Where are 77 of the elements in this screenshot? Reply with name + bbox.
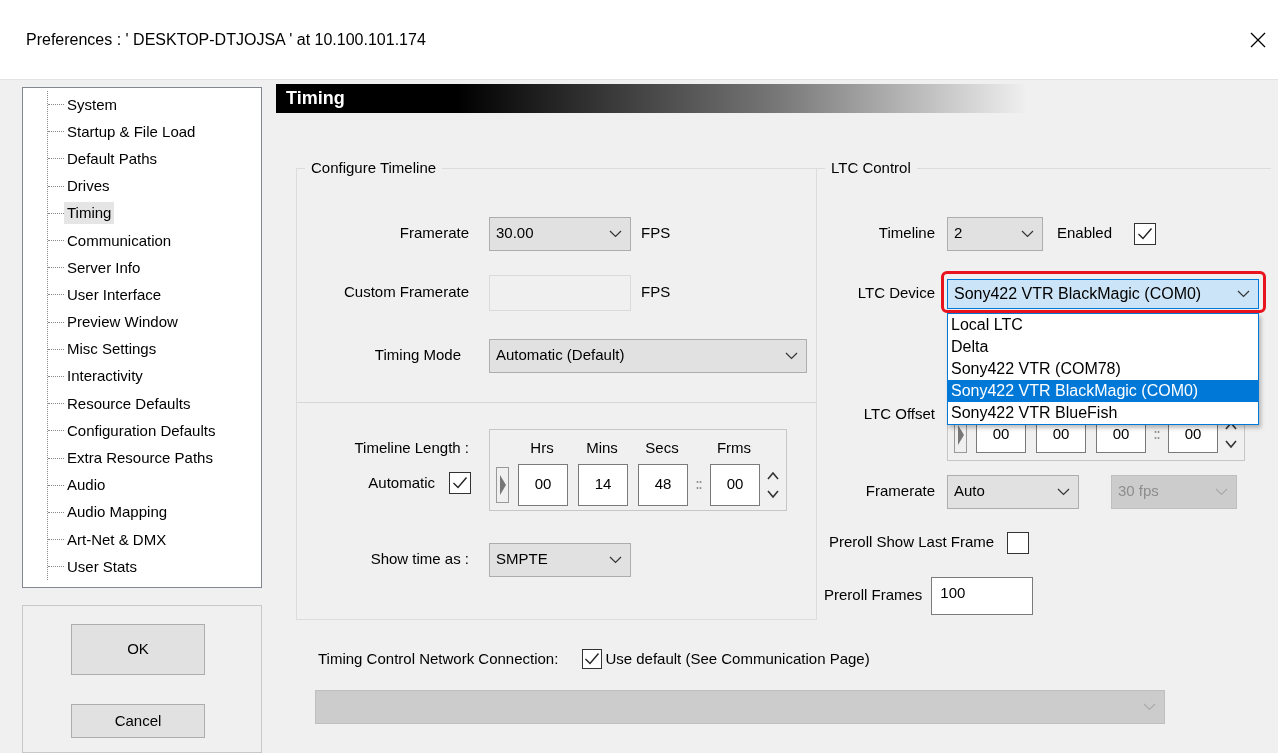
field-label: Custom Framerate — [342, 282, 469, 303]
unit-label: FPS — [641, 223, 671, 244]
time-value-field[interactable]: 48 — [638, 463, 688, 506]
separator-icon — [1154, 428, 1160, 441]
show-time-dropdown[interactable]: SMPTE — [489, 542, 631, 577]
tree-item[interactable]: Preview Window — [64, 311, 181, 334]
framerate-dropdown[interactable]: 30.00 — [489, 216, 631, 251]
tree-item[interactable]: Art-Net & DMX — [64, 528, 170, 551]
field-label: Framerate — [398, 223, 469, 244]
separator-icon — [696, 478, 702, 491]
tree-item[interactable]: Startup & File Load — [64, 120, 199, 143]
tree-item[interactable]: Timing — [64, 202, 115, 225]
chevron-icon — [609, 555, 622, 564]
close-icon[interactable] — [1250, 31, 1266, 48]
dialog-button[interactable]: OK — [71, 624, 205, 675]
time-value-field[interactable]: 00 — [710, 463, 760, 506]
timing-mode-dropdown[interactable]: Automatic (Default) — [489, 338, 807, 373]
checkbox-label: Automatic — [368, 473, 435, 493]
tree-item[interactable]: Resource Defaults — [64, 392, 194, 415]
field-label: Preroll Frames — [824, 585, 923, 606]
field-label: Timing Control Network Connection: — [318, 648, 559, 669]
tree-item[interactable]: Communication — [64, 229, 175, 252]
chevron-icon — [1215, 487, 1228, 496]
step-icon[interactable] — [496, 466, 509, 503]
chevron-icon — [1057, 487, 1070, 496]
preroll-checkbox[interactable] — [1007, 531, 1030, 554]
checkbox-label: Preroll Show Last Frame — [829, 532, 995, 553]
dropdown-option[interactable]: Sony422 VTR BlackMagic (COM0) — [948, 379, 1258, 402]
tree-item[interactable]: System — [64, 93, 120, 116]
column-header: Mins — [585, 438, 619, 458]
dropdown-option[interactable]: Delta — [948, 335, 1258, 358]
check-icon — [452, 476, 468, 491]
device-dropdown[interactable]: Sony422 VTR BlackMagic (COM0) — [947, 278, 1259, 309]
tree-item[interactable]: Extra Resource Paths — [64, 447, 216, 470]
dropdown-option[interactable]: Local LTC — [948, 313, 1258, 336]
tree-item[interactable]: Audio Mapping — [64, 501, 171, 524]
checkbox-label: Use default (See Communication Page) — [605, 648, 870, 669]
tree-item[interactable]: Drives — [64, 175, 113, 198]
section-title: Timing — [285, 88, 345, 108]
tree-item[interactable]: Default Paths — [64, 147, 161, 170]
field-label: Timing Mode — [373, 345, 461, 366]
field-label: Timeline — [877, 223, 935, 244]
field-label: Framerate — [864, 481, 935, 502]
automatic-checkbox[interactable] — [449, 472, 471, 495]
unit-label: FPS — [641, 282, 671, 303]
timeline-dropdown[interactable]: 2 — [947, 216, 1043, 251]
column-header: Secs — [644, 438, 680, 458]
check-icon — [1137, 226, 1154, 241]
tree-item[interactable]: User Interface — [64, 283, 165, 306]
check-icon — [584, 652, 601, 666]
column-header: Frms — [715, 438, 753, 458]
tree-item[interactable]: Misc Settings — [64, 338, 160, 361]
column-header: Hrs — [529, 438, 555, 458]
enabled-checkbox[interactable] — [1134, 222, 1157, 245]
field-label: Show time as : — [369, 549, 469, 570]
field-label: LTC Offset — [862, 403, 935, 424]
use-default-checkbox[interactable] — [582, 649, 603, 669]
tree-item[interactable]: Audio — [64, 474, 109, 497]
window-title: Preferences : ' DESKTOP-DTJOJSA ' at 10.100.101.174 — [26, 29, 426, 50]
checkbox-label: Enabled — [1057, 223, 1113, 244]
chevron-icon — [1021, 229, 1034, 238]
time-value-field[interactable]: 14 — [578, 463, 628, 506]
time-value-field[interactable]: 00 — [518, 463, 568, 506]
chevron-icon — [785, 351, 798, 360]
tree-item[interactable]: Configuration Defaults — [64, 419, 219, 442]
chevron-icon — [609, 229, 622, 238]
tree-item[interactable]: Server Info — [64, 256, 144, 279]
field-label: LTC Device — [856, 283, 935, 304]
preroll-frames-field[interactable]: 100 — [931, 576, 1034, 615]
tree-item[interactable]: Interactivity — [64, 365, 146, 388]
chevron-icon — [1143, 703, 1156, 711]
ltc-framerate-dropdown[interactable]: Auto — [947, 474, 1079, 509]
dropdown-option[interactable]: Sony422 VTR (COM78) — [948, 357, 1258, 380]
dialog-button[interactable]: Cancel — [71, 704, 205, 738]
tree-item[interactable]: User Stats — [64, 555, 141, 578]
field-label: Timeline Length : — [354, 437, 469, 458]
chevron-icon — [1237, 289, 1250, 298]
